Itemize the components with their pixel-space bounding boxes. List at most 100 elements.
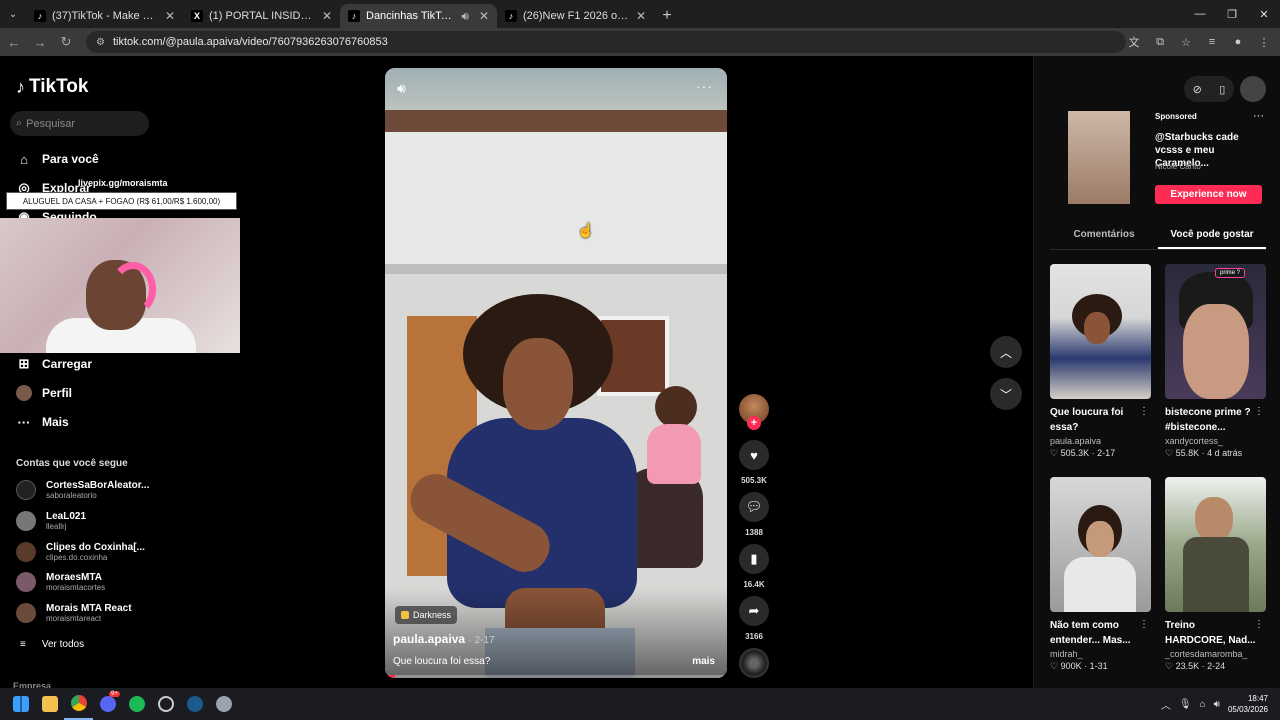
browser-tab[interactable]: X (1) PORTAL INSIDER no X: " ✕ bbox=[183, 4, 340, 28]
video-thumbnail[interactable] bbox=[1050, 264, 1151, 399]
card-badge: prime ? bbox=[1215, 268, 1246, 278]
spotify-icon bbox=[128, 696, 145, 712]
taskbar-discord[interactable]: 9+ bbox=[93, 688, 122, 720]
video-thumbnail[interactable]: prime ? bbox=[1165, 264, 1266, 399]
volume-icon[interactable]: 🔊︎ bbox=[1214, 699, 1220, 710]
video-player[interactable]: 🔊︎ ··· Darkness paula.apaiva · 2-17 Que … bbox=[385, 68, 727, 678]
followed-account[interactable]: LeaL021 lleallrj bbox=[16, 511, 86, 531]
tiktok-logo[interactable]: ♪ TikTok bbox=[16, 76, 88, 98]
reading-list-icon[interactable]: ≡ bbox=[1202, 32, 1222, 52]
previous-video-button[interactable]: ︿ bbox=[990, 336, 1022, 368]
followed-account[interactable]: MoraesMTA moraismtacortes bbox=[16, 572, 105, 592]
home-icon: ⌂ bbox=[20, 151, 28, 167]
translate-icon[interactable]: 文 bbox=[1124, 32, 1144, 52]
suggested-video-card[interactable]: ⋮ Treino HARDCORE, Nad... _cortesdamaromb… bbox=[1165, 477, 1266, 672]
like-button[interactable]: ♥ bbox=[739, 440, 769, 470]
taskbar-settings[interactable] bbox=[209, 688, 238, 720]
close-window-icon[interactable]: ✕ bbox=[1248, 0, 1280, 28]
search-input[interactable]: ⌕ Pesquisar bbox=[10, 111, 149, 136]
taskbar-chrome[interactable] bbox=[64, 688, 93, 720]
followed-account[interactable]: Morais MTA React moraismtareact bbox=[16, 603, 132, 623]
speaker-icon[interactable]: 🔊︎ bbox=[461, 9, 469, 24]
browser-tab[interactable]: ♪ (37)TikTok - Make Your Day ✕ bbox=[26, 4, 183, 28]
profile-icon[interactable]: ● bbox=[1228, 32, 1248, 52]
close-tab-icon[interactable]: ✕ bbox=[322, 9, 332, 23]
sidebar-item-mais[interactable]: ··· Mais bbox=[16, 414, 69, 430]
suggested-video-card[interactable]: ⋮ Que loucura foi essa? paula.apaiva ♡ 50… bbox=[1050, 264, 1151, 459]
card-more-icon[interactable]: ⋮ bbox=[1254, 619, 1264, 630]
video-progress-bar[interactable] bbox=[385, 675, 727, 678]
mobile-icon[interactable]: ▯ bbox=[1219, 83, 1225, 96]
comment-button[interactable]: 💬︎ bbox=[739, 492, 769, 522]
taskbar-file-explorer[interactable] bbox=[35, 688, 64, 720]
tab-voce-pode-gostar[interactable]: Você pode gostar bbox=[1158, 224, 1266, 249]
followed-account[interactable]: CortesSaBorAleator... saboraleatorio bbox=[16, 480, 149, 500]
new-tab-button[interactable]: + bbox=[654, 4, 680, 28]
card-more-icon[interactable]: ⋮ bbox=[1139, 619, 1149, 630]
sidebar-item-carregar[interactable]: ⊞ Carregar bbox=[16, 356, 92, 372]
browser-tab[interactable]: ♪ (26)New F1 2026 opening t ✕ bbox=[497, 4, 654, 28]
video-author[interactable]: paula.apaiva · 2-17 bbox=[393, 632, 495, 646]
back-icon[interactable]: ← bbox=[2, 30, 26, 54]
reload-icon[interactable]: ↻ bbox=[54, 30, 78, 54]
close-tab-icon[interactable]: ✕ bbox=[165, 9, 175, 23]
card-more-icon[interactable]: ⋮ bbox=[1139, 406, 1149, 417]
url-field[interactable]: ⚙ tiktok.com/@paula.apaiva/video/7607936… bbox=[86, 31, 1126, 53]
site-settings-icon[interactable]: ⚙ bbox=[96, 37, 105, 48]
compass-icon[interactable]: ⊘ bbox=[1193, 83, 1202, 96]
avatar bbox=[16, 480, 36, 500]
share-button[interactable]: ➦ bbox=[739, 596, 769, 626]
video-more-icon[interactable]: ··· bbox=[696, 78, 713, 94]
clock[interactable]: 18:47 05/03/2026 bbox=[1228, 693, 1268, 715]
suggested-video-card[interactable]: ⋮ Não tem como entender... Mas... midrah_… bbox=[1050, 477, 1151, 672]
forward-icon[interactable]: → bbox=[28, 30, 52, 54]
install-icon[interactable]: ⧉ bbox=[1150, 32, 1170, 52]
share-arrow-icon: ➦ bbox=[748, 603, 760, 618]
tab-comentarios[interactable]: Comentários bbox=[1050, 224, 1158, 249]
save-count: 16.4K bbox=[743, 580, 765, 589]
close-tab-icon[interactable]: ✕ bbox=[479, 9, 489, 23]
card-more-icon[interactable]: ⋮ bbox=[1254, 406, 1264, 417]
save-button[interactable]: ▮ bbox=[739, 544, 769, 574]
see-all-link[interactable]: ≡ Ver todos bbox=[20, 639, 84, 650]
progress-fill bbox=[385, 675, 396, 678]
followed-account[interactable]: Clipes do Coxinha[... clipes.do.coxinha bbox=[16, 542, 145, 562]
right-panel: ⊘ ▯ Sponsored ··· @Starbucks cade vcsss … bbox=[1033, 56, 1280, 688]
taskbar-obs[interactable] bbox=[151, 688, 180, 720]
bookmark-star-icon[interactable]: ☆ bbox=[1176, 32, 1196, 52]
microphone-icon[interactable]: 🎙︎ bbox=[1179, 699, 1192, 710]
music-disc-icon[interactable] bbox=[739, 648, 769, 678]
sidebar-item-perfil[interactable]: Perfil bbox=[16, 385, 72, 401]
share-count: 3166 bbox=[745, 632, 763, 641]
next-video-button[interactable]: ﹀ bbox=[990, 378, 1022, 410]
volume-icon[interactable]: 🔊︎ bbox=[397, 80, 406, 97]
hand-cursor-icon: ☝ bbox=[577, 222, 595, 238]
browser-tab-strip: ⌄ ♪ (37)TikTok - Make Your Day ✕ X (1) P… bbox=[0, 0, 1280, 28]
caption-more-link[interactable]: mais bbox=[692, 656, 715, 667]
start-button[interactable] bbox=[6, 688, 35, 720]
video-thumbnail[interactable] bbox=[1165, 477, 1266, 612]
effect-tag[interactable]: Darkness bbox=[395, 606, 458, 624]
close-tab-icon[interactable]: ✕ bbox=[636, 9, 646, 23]
follow-plus-icon[interactable]: + bbox=[747, 416, 761, 430]
suggested-video-card[interactable]: prime ? ⋮ bistecone prime ? #bistecone...… bbox=[1165, 264, 1266, 459]
taskbar: 9+ ︿ 🎙︎ ⌂ 🔊︎ 18:47 05/03/2026 bbox=[0, 688, 1280, 720]
minimize-icon[interactable]: — bbox=[1184, 0, 1216, 28]
tab-search-chevron-icon[interactable]: ⌄ bbox=[0, 0, 26, 28]
menu-kebab-icon[interactable]: ⋮ bbox=[1254, 32, 1274, 52]
tray-chevron-up-icon[interactable]: ︿ bbox=[1161, 697, 1171, 712]
panel-tabs: Comentários Você pode gostar bbox=[1050, 224, 1266, 250]
video-thumbnail[interactable] bbox=[1050, 477, 1151, 612]
view-mode-toggle[interactable]: ⊘ ▯ bbox=[1184, 76, 1234, 102]
browser-tab-active[interactable]: ♪ Dancinhas TikTok: Loucura 🔊︎ ✕ bbox=[340, 4, 497, 28]
ad-cta-button[interactable]: Experience now bbox=[1155, 185, 1262, 204]
restore-icon[interactable]: ❐ bbox=[1216, 0, 1248, 28]
bookmark-icon: ▮ bbox=[750, 551, 758, 566]
taskbar-spotify[interactable] bbox=[122, 688, 151, 720]
sidebar-item-para-voce[interactable]: ⌂ Para você bbox=[16, 151, 99, 167]
network-icon[interactable]: ⌂ bbox=[1200, 699, 1206, 710]
ad-thumbnail[interactable] bbox=[1068, 111, 1130, 204]
ad-more-icon[interactable]: ··· bbox=[1253, 110, 1264, 122]
user-avatar[interactable] bbox=[1240, 76, 1266, 102]
taskbar-steam[interactable] bbox=[180, 688, 209, 720]
